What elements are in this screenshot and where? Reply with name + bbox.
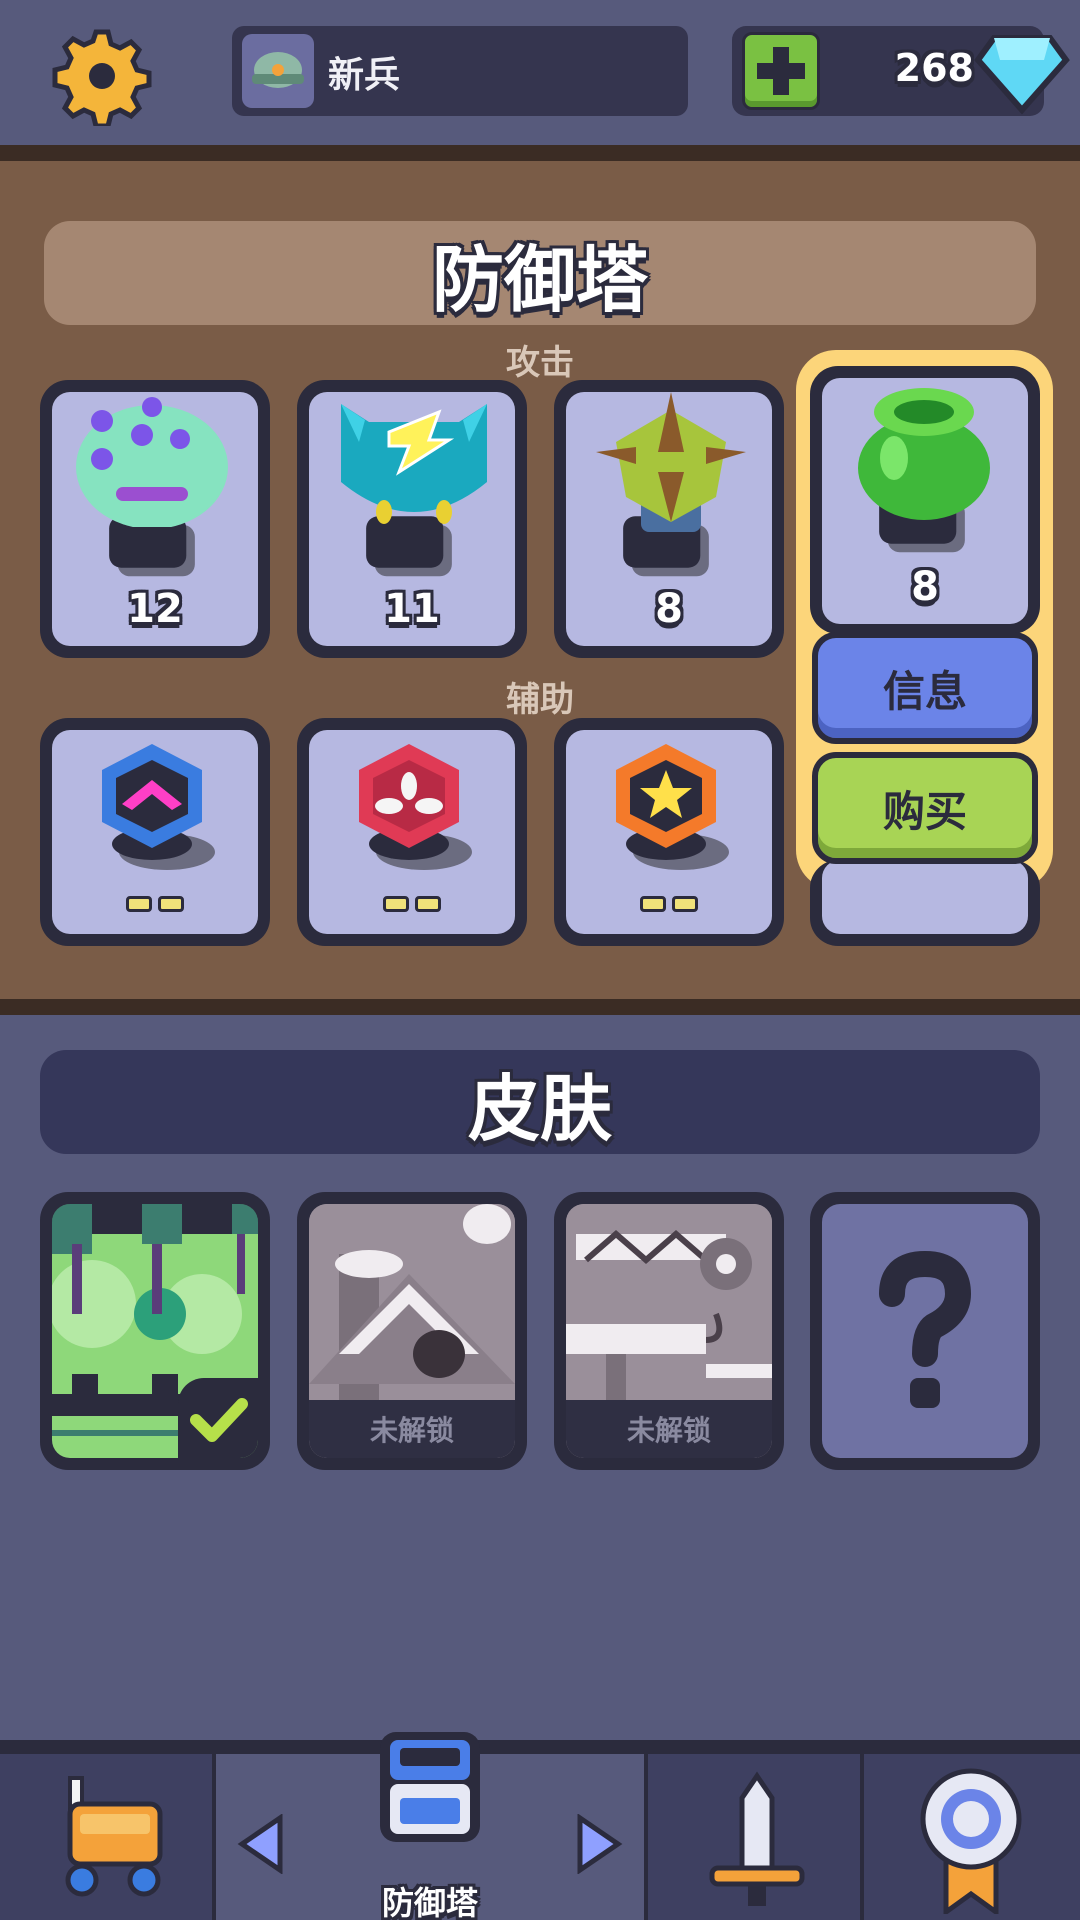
tower-card-lightning[interactable]: 11 bbox=[297, 380, 527, 658]
gem-counter: 268 bbox=[732, 26, 1070, 116]
nav-active-label: 防御塔 bbox=[381, 1884, 478, 1920]
arrow-right-icon[interactable] bbox=[574, 1814, 624, 1874]
locked-level-indicator bbox=[383, 896, 441, 912]
skin-card-factory[interactable] bbox=[40, 1192, 270, 1470]
rank-label: 新兵 bbox=[328, 55, 401, 96]
spike-tower-icon bbox=[596, 392, 746, 532]
tower-card-star[interactable] bbox=[554, 718, 784, 946]
skins-title: 皮肤 bbox=[40, 1050, 1040, 1154]
plus-icon[interactable] bbox=[742, 32, 820, 110]
medal-icon bbox=[920, 1768, 1022, 1914]
tower-card-boost[interactable] bbox=[40, 718, 270, 946]
tower-card-spike[interactable]: 8 bbox=[554, 380, 784, 658]
top-bar: 新兵 268 bbox=[0, 0, 1080, 145]
buy-button[interactable]: 购买 bbox=[812, 752, 1038, 864]
tower-card-repair[interactable] bbox=[297, 718, 527, 946]
locked-label: 未解锁 bbox=[309, 1400, 515, 1458]
skin-card-snow[interactable]: 未解锁 bbox=[297, 1192, 527, 1470]
repair-tower-icon bbox=[359, 744, 472, 870]
locked-level-indicator bbox=[640, 896, 698, 912]
nav-battle[interactable] bbox=[648, 1754, 860, 1920]
locked-level-indicator bbox=[126, 896, 184, 912]
tower-card-spore[interactable]: 12 bbox=[40, 380, 270, 658]
bottom-navigation bbox=[0, 1740, 1080, 1920]
spore-tower-icon bbox=[76, 397, 228, 527]
towers-title: 防御塔 bbox=[44, 221, 1036, 325]
soldier-helmet-icon bbox=[242, 34, 314, 108]
rank-display[interactable]: 新兵 bbox=[232, 26, 688, 116]
tower-level: 11 bbox=[384, 586, 440, 632]
acid-pot-tower-icon bbox=[858, 388, 990, 520]
nav-achievements[interactable] bbox=[864, 1754, 1080, 1920]
support-label: 辅助 bbox=[506, 680, 574, 720]
sword-icon bbox=[709, 1771, 805, 1906]
selected-check-icon bbox=[178, 1378, 258, 1458]
info-button[interactable]: 信息 bbox=[812, 632, 1038, 744]
star-tower-icon bbox=[616, 744, 729, 870]
arrow-left-icon[interactable] bbox=[236, 1814, 286, 1874]
snow-skin-image bbox=[309, 1204, 515, 1404]
gear-icon[interactable] bbox=[52, 26, 152, 126]
skin-card-construction[interactable]: 未解锁 bbox=[554, 1192, 784, 1470]
gem-count: 268 bbox=[894, 46, 974, 90]
shop-cart-icon bbox=[65, 1776, 163, 1897]
tower-level: 8 bbox=[911, 564, 939, 610]
tower-level: 8 bbox=[655, 586, 683, 632]
question-mark-icon bbox=[879, 1250, 972, 1408]
skin-card-mystery[interactable] bbox=[810, 1192, 1040, 1470]
construction-skin-image bbox=[566, 1204, 772, 1404]
tower-level: 12 bbox=[127, 586, 183, 632]
tower-card-acid-pot[interactable]: 8 bbox=[810, 366, 1040, 634]
locked-label: 未解锁 bbox=[566, 1400, 772, 1458]
attack-label: 攻击 bbox=[506, 343, 574, 383]
lightning-tower-icon bbox=[341, 404, 487, 524]
diamond-icon bbox=[974, 35, 1070, 115]
tower-icon[interactable] bbox=[370, 1728, 490, 1868]
tower-card-hidden bbox=[810, 860, 1040, 946]
nav-shop[interactable] bbox=[0, 1754, 212, 1920]
boost-tower-icon bbox=[102, 744, 215, 870]
